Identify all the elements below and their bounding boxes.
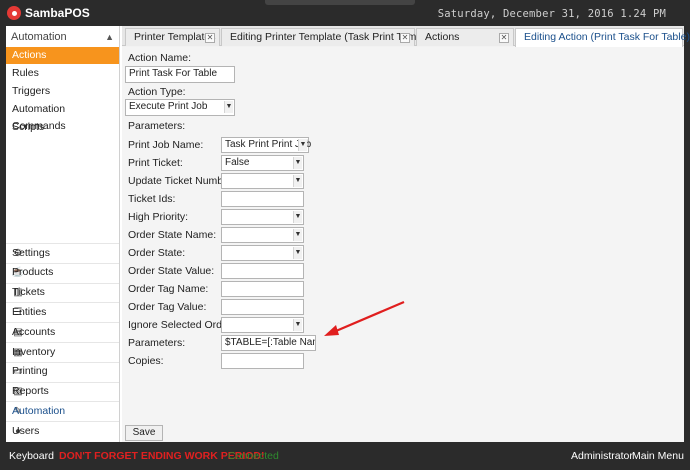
- action-type-label: Action Type:: [128, 86, 186, 98]
- chevron-up-icon[interactable]: ▲: [105, 29, 114, 46]
- nav-item-label: Automation: [12, 404, 66, 417]
- close-icon[interactable]: ✕: [205, 33, 215, 43]
- order-tag-value-input[interactable]: [221, 299, 304, 315]
- tab-bar: Printer Templates ✕ Editing Printer Temp…: [122, 26, 690, 47]
- sidebar-item-rules[interactable]: Rules: [6, 65, 119, 82]
- datetime-display: Saturday, December 31, 2016 1.24 PM: [437, 8, 666, 20]
- status-bar: Keyboard DON'T FORGET ENDING WORK PERIOD…: [0, 442, 690, 470]
- parameters-header: Parameters:: [128, 120, 186, 132]
- chevron-down-icon[interactable]: ▼: [293, 247, 302, 259]
- nav-item-settings[interactable]: ⚙ Settings: [6, 243, 119, 262]
- action-name-input[interactable]: Print Task For Table: [125, 66, 235, 83]
- print-job-name-label: Print Job Name:: [128, 139, 204, 151]
- nav-item-tickets[interactable]: ▥ Tickets: [6, 282, 119, 302]
- nav-item-label: Entities: [12, 305, 47, 318]
- nav-item-label: Accounts: [12, 325, 56, 338]
- tab-editing-printer-template[interactable]: Editing Printer Template (Task Print Tem…: [221, 28, 443, 46]
- title-bar: SambaPOS Saturday, December 31, 2016 1.2…: [0, 0, 690, 26]
- action-name-label: Action Name:: [128, 52, 192, 64]
- sidebar-item-triggers[interactable]: Triggers: [6, 83, 119, 100]
- order-tag-name-label: Order Tag Name:: [128, 283, 209, 295]
- order-state-name-select[interactable]: ▼: [221, 227, 304, 243]
- chevron-down-icon[interactable]: ▼: [293, 175, 302, 187]
- update-ticket-number-select[interactable]: ▼: [221, 173, 304, 189]
- ticket-ids-label: Ticket Ids:: [128, 193, 176, 205]
- nav-item-users[interactable]: ● Users: [6, 421, 119, 440]
- tab-label: Printer Templates: [134, 31, 216, 43]
- sidebar-item-scripts[interactable]: Scripts: [6, 119, 119, 136]
- order-state-select[interactable]: ▼: [221, 245, 304, 261]
- print-ticket-label: Print Ticket:: [128, 157, 183, 169]
- parameters-label: Parameters:: [128, 337, 186, 349]
- copies-input[interactable]: [221, 353, 304, 369]
- tab-label: Editing Printer Template (Task Print Tem…: [230, 31, 443, 43]
- nav-item-label: Printing: [12, 365, 48, 378]
- save-button[interactable]: Save: [125, 425, 163, 441]
- sambapos-logo-icon: [7, 6, 21, 20]
- order-state-value-input[interactable]: [221, 263, 304, 279]
- chevron-down-icon[interactable]: ▼: [293, 211, 302, 223]
- main-area: Automation ▲ Actions Rules Triggers Automat…: [6, 26, 690, 442]
- connection-status: Connected: [228, 450, 279, 462]
- keyboard-button[interactable]: Keyboard: [9, 450, 54, 462]
- nav-item-label: Products: [12, 266, 54, 279]
- tab-editing-action[interactable]: Editing Action (Print Task For Table): [515, 28, 690, 47]
- close-icon[interactable]: ✕: [400, 33, 410, 43]
- ticket-ids-input[interactable]: [221, 191, 304, 207]
- order-state-value-label: Order State Value:: [128, 265, 215, 277]
- nav-item-label: Tickets: [12, 286, 45, 299]
- print-job-name-select[interactable]: Task Print Print Job ▼: [221, 137, 311, 153]
- action-type-value: Execute Print Job: [129, 101, 208, 112]
- chevron-down-icon[interactable]: ▼: [293, 319, 302, 331]
- content-panel: Printer Templates ✕ Editing Printer Temp…: [122, 26, 690, 442]
- ignore-selected-orders-select[interactable]: ▼: [221, 317, 304, 333]
- sidebar: Automation ▲ Actions Rules Triggers Automat…: [6, 26, 120, 442]
- nav-item-label: Users: [12, 424, 40, 437]
- sidebar-header-label: Automation: [11, 31, 67, 43]
- chevron-down-icon[interactable]: ▼: [293, 229, 302, 241]
- chevron-down-icon[interactable]: ▼: [293, 157, 302, 169]
- nav-item-printing[interactable]: ▭ Printing: [6, 361, 119, 381]
- nav-item-label: Reports: [12, 385, 49, 398]
- nav-item-label: Inventory: [12, 345, 56, 358]
- copies-label: Copies:: [128, 355, 164, 367]
- sidebar-item-automation-commands[interactable]: Automation Commands: [6, 101, 119, 132]
- tab-label: Editing Action (Print Task For Table): [524, 31, 690, 43]
- tab-printer-templates[interactable]: Printer Templates ✕: [125, 28, 220, 46]
- app-logo: SambaPOS: [7, 6, 90, 20]
- parameters-input[interactable]: $TABLE=[:Table Name]: [221, 335, 316, 351]
- app-name: SambaPOS: [25, 6, 90, 20]
- order-tag-value-label: Order Tag Value:: [128, 301, 207, 313]
- update-ticket-number-label: Update Ticket Number:: [128, 175, 236, 187]
- sidebar-header[interactable]: Automation ▲: [6, 29, 120, 46]
- action-type-select[interactable]: Execute Print Job ▼: [125, 99, 235, 116]
- close-icon[interactable]: ✕: [499, 33, 509, 43]
- high-priority-select[interactable]: ▼: [221, 209, 304, 225]
- print-ticket-select[interactable]: False ▼: [221, 155, 304, 171]
- print-ticket-value: False: [225, 157, 250, 168]
- chevron-down-icon[interactable]: ▼: [298, 139, 307, 151]
- window-drag-handle[interactable]: [265, 0, 415, 5]
- action-editor: Action Name: Print Task For Table Action…: [122, 47, 684, 442]
- high-priority-label: High Priority:: [128, 211, 189, 223]
- tab-actions[interactable]: Actions ✕: [416, 28, 514, 46]
- parameters-value: $TABLE=[:Table Name]: [225, 337, 315, 348]
- main-menu-button[interactable]: Main Menu: [632, 450, 684, 462]
- nav-item-products[interactable]: ☕ Products: [6, 262, 119, 282]
- order-tag-name-input[interactable]: [221, 281, 304, 297]
- nav-item-automation[interactable]: ✎ Automation: [6, 401, 119, 420]
- nav-item-label: Settings: [12, 246, 50, 259]
- nav-item-accounts[interactable]: ▤ Accounts: [6, 322, 119, 341]
- order-state-label: Order State:: [128, 247, 186, 259]
- sidebar-item-actions[interactable]: Actions: [6, 47, 119, 64]
- tab-label: Actions: [425, 31, 460, 43]
- nav-item-inventory[interactable]: ▦ Inventory: [6, 342, 119, 361]
- current-user[interactable]: Administrator: [571, 450, 633, 462]
- nav-item-reports[interactable]: ▨ Reports: [6, 381, 119, 401]
- order-state-name-label: Order State Name:: [128, 229, 217, 241]
- chevron-down-icon[interactable]: ▼: [224, 101, 233, 113]
- nav-item-entities[interactable]: ☰ Entities: [6, 302, 119, 321]
